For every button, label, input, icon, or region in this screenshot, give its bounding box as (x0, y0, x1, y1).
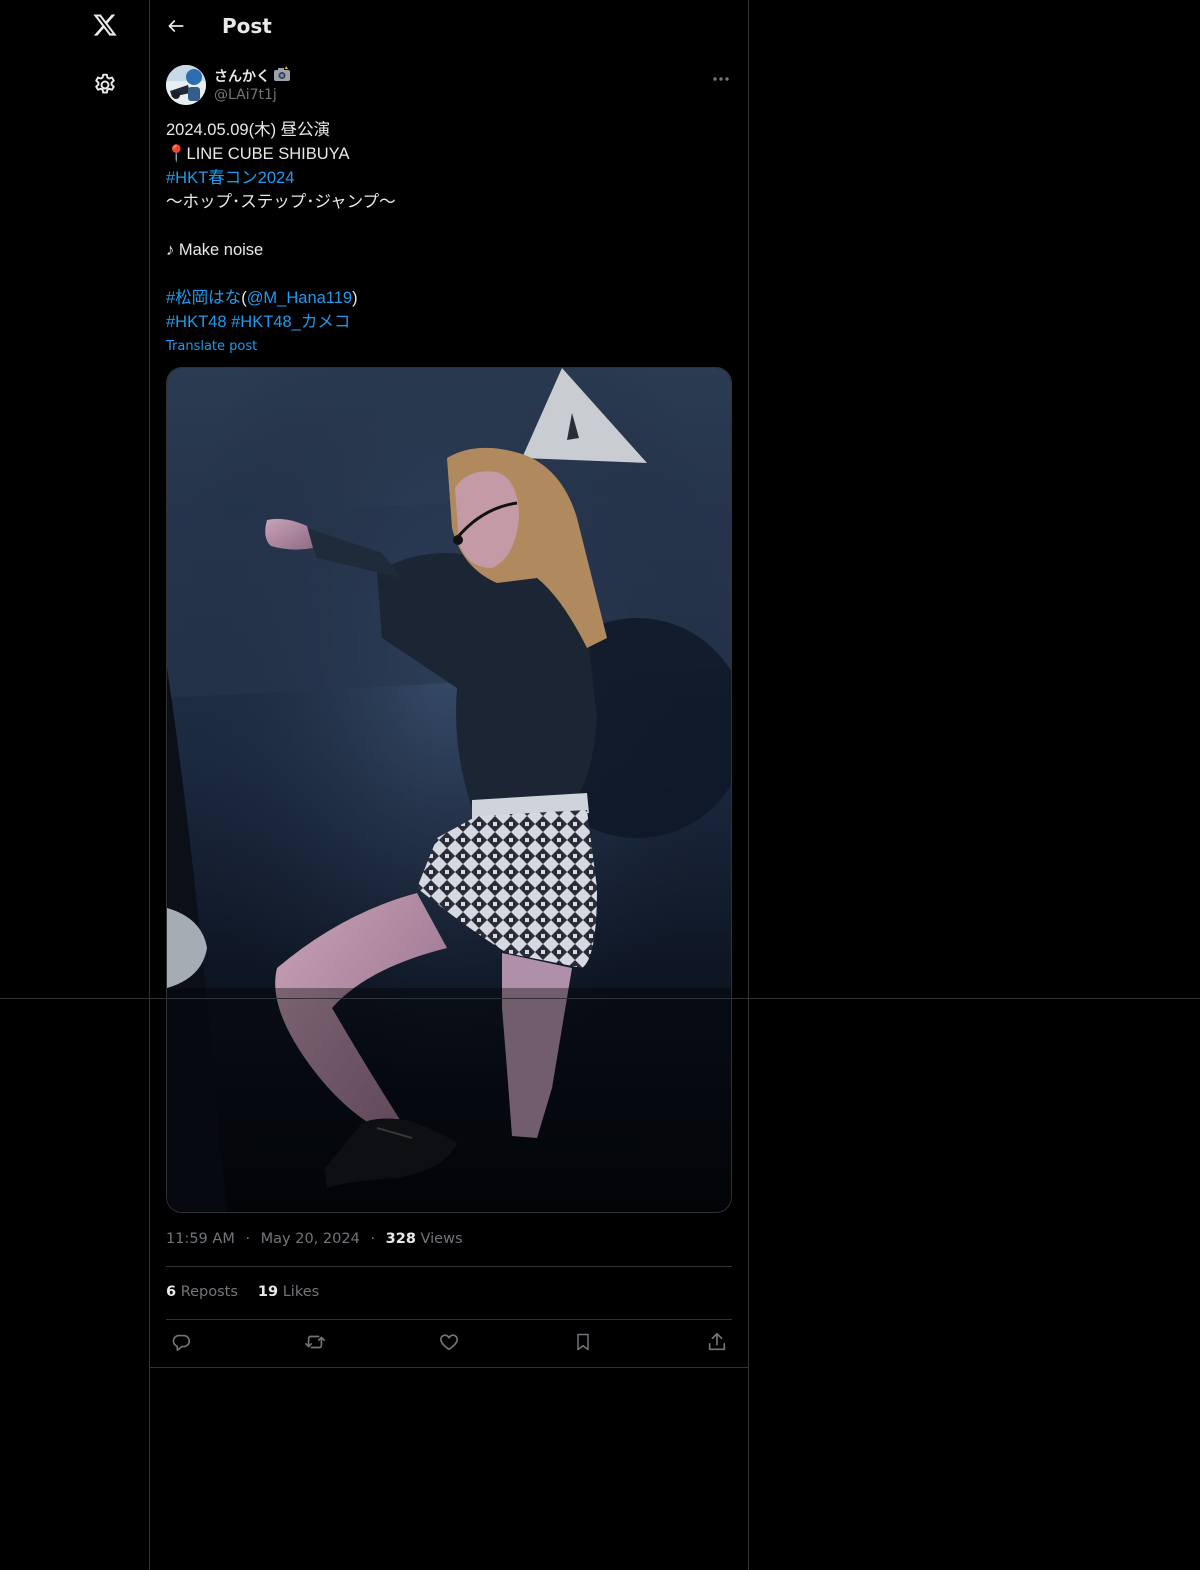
reply-button[interactable] (166, 1331, 196, 1357)
post-photo[interactable] (166, 367, 732, 1213)
reposts-count: 6 (166, 1284, 177, 1300)
reposts-stat[interactable]: 6 Reposts (166, 1284, 238, 1300)
post-text-line (166, 214, 732, 238)
translate-post-link[interactable]: Translate post (166, 339, 257, 354)
divider (166, 1319, 732, 1320)
back-button[interactable] (158, 10, 194, 46)
top-bar: Post (150, 0, 748, 54)
arrow-left-icon (166, 16, 186, 40)
post-text-line: 2024.05.09(木) 昼公演 (166, 118, 732, 142)
post-text-segment: 2024.05.09(木) 昼公演 (166, 121, 331, 139)
post-text-line: #松岡はな(@M_Hana119) (166, 286, 732, 310)
post-text-line (166, 262, 732, 286)
reposts-label: Reposts (176, 1284, 238, 1300)
mention-link[interactable]: @M_Hana119 (247, 289, 352, 307)
views-label: Views (415, 1231, 463, 1247)
post-time[interactable]: 11:59 AM (166, 1231, 235, 1247)
concert-photo (167, 368, 731, 1212)
post-meta: 11:59 AM · May 20, 2024 · 328 Views (166, 1231, 463, 1247)
divider (150, 1367, 748, 1368)
meta-separator: · (245, 1231, 251, 1247)
camera-with-flash-icon (273, 66, 291, 86)
more-options-button[interactable] (708, 64, 734, 88)
likes-count: 19 (257, 1284, 279, 1300)
reply-icon (170, 1331, 192, 1357)
hashtag-link[interactable]: #HKT春コン2024 (166, 169, 294, 187)
action-bar (150, 1321, 748, 1367)
repost-icon (303, 1331, 327, 1357)
hashtag-link[interactable]: #松岡はな (166, 289, 241, 307)
post-text-line: 〜ホップ･ステップ･ジャンプ〜 (166, 190, 732, 214)
post-text: 2024.05.09(木) 昼公演 📍LINE CUBE SHIBUYA #HKT春… (166, 118, 732, 334)
left-nav-rail (0, 0, 150, 1570)
likes-stat[interactable]: 19 Likes (258, 1284, 319, 1300)
x-logo-button[interactable] (80, 2, 130, 52)
horizontal-guide-line (0, 998, 1200, 999)
post-text-line: ♪ Make noise (166, 238, 732, 262)
divider (166, 1266, 732, 1267)
meta-separator: · (370, 1231, 376, 1247)
post-text-line: 📍LINE CUBE SHIBUYA (166, 142, 732, 166)
x-logo-icon (91, 12, 119, 42)
repost-button[interactable] (300, 1331, 330, 1357)
engagement-stats: 6 Reposts 19 Likes (166, 1284, 319, 1300)
share-button[interactable] (702, 1331, 732, 1357)
post-text-segment: 〜ホップ･ステップ･ジャンプ〜 (166, 193, 396, 211)
post-text-segment: ) (352, 289, 358, 307)
post-date[interactable]: May 20, 2024 (261, 1231, 360, 1247)
bookmark-icon (573, 1331, 593, 1357)
post-text-segment: 📍LINE CUBE SHIBUYA (166, 145, 350, 163)
author-handle[interactable]: @LAi7t1j (214, 87, 277, 103)
post-detail-column: Post さんかく @LAi7t1j 2024.05.09(木) 昼公演 📍LI… (150, 0, 749, 1570)
likes-label: Likes (278, 1284, 320, 1300)
post-text-segment: ♪ Make noise (166, 241, 264, 259)
bookmark-button[interactable] (568, 1331, 598, 1357)
display-name: さんかく (214, 69, 270, 85)
post-text-line: #HKT春コン2024 (166, 166, 732, 190)
author-name[interactable]: さんかく (214, 66, 291, 86)
hashtag-link[interactable]: #HKT48_カメコ (231, 313, 350, 331)
avatar[interactable] (166, 65, 206, 105)
post-text-line: #HKT48 #HKT48_カメコ (166, 310, 732, 334)
like-button[interactable] (434, 1331, 464, 1357)
views-count: 328 (385, 1231, 416, 1247)
share-icon (706, 1331, 728, 1357)
page-title: Post (222, 14, 272, 38)
hashtag-link[interactable]: #HKT48 (166, 313, 227, 331)
settings-button[interactable] (80, 62, 130, 112)
gear-icon (92, 72, 118, 102)
like-icon (438, 1331, 460, 1357)
more-horizontal-icon (712, 67, 730, 86)
